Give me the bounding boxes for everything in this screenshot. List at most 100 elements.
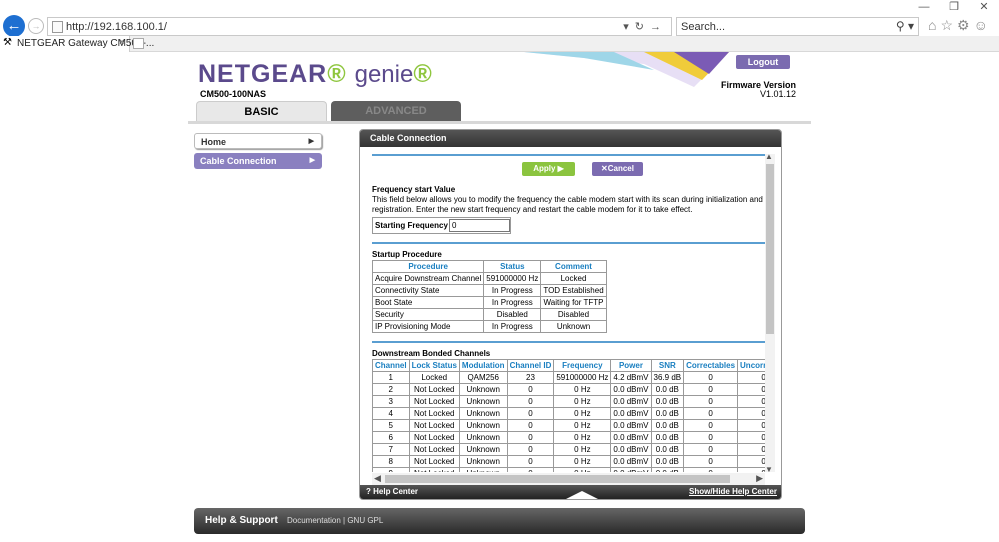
downstream-header-cell: Channel ID (506, 359, 555, 372)
downstream-header-cell: Power (610, 359, 652, 372)
downstream-header-cell: Modulation (458, 359, 508, 372)
table-cell: 0 (683, 395, 739, 408)
action-buttons: Apply ▶ ✕Cancel (372, 161, 765, 183)
starting-frequency-input[interactable]: 0 (449, 219, 510, 232)
forward-arrow-icon[interactable]: → (28, 18, 44, 34)
table-cell: Unknown (458, 467, 508, 472)
arrow-right-icon: ▶ (309, 157, 315, 164)
freq-title: Frequency start Value (372, 185, 456, 194)
search-icon[interactable]: ⚲ ▾ (896, 19, 914, 33)
table-cell: Unknown (458, 443, 508, 456)
table-cell: 0 (683, 455, 739, 468)
table-cell: 0.0 dBmV (610, 443, 652, 456)
scroll-left-icon[interactable]: ◀ (374, 473, 381, 484)
table-cell: Acquire Downstream Channel (372, 272, 485, 285)
minimize-icon[interactable]: — (909, 1, 939, 13)
tab-advanced[interactable]: ADVANCED (331, 101, 461, 122)
arrow-right-icon: ▶ (308, 138, 314, 145)
downstream-header-cell: Correctables (683, 359, 739, 372)
show-hide-help-link[interactable]: Show/Hide Help Center (689, 485, 777, 499)
scroll-thumb[interactable] (385, 475, 730, 483)
search-dropdown-icon[interactable]: ▾ (623, 21, 635, 33)
table-cell: 0 (506, 431, 555, 444)
router-page: NETGEAR® genie® CM500-100NAS Logout Firm… (0, 52, 999, 542)
sidebar-item-label: Cable Connection (200, 156, 277, 166)
table-cell: Not Locked (408, 455, 460, 468)
restore-icon[interactable]: ❐ (939, 0, 969, 13)
footer-links[interactable]: Documentation | GNU GPL (287, 516, 383, 525)
table-cell: Locked (408, 371, 460, 384)
table-cell: 0 (683, 371, 739, 384)
freq-description: This field below allows you to modify th… (372, 195, 763, 214)
table-cell: In Progress (483, 296, 542, 309)
scroll-thumb[interactable] (766, 164, 774, 334)
search-box[interactable]: Search... ⚲ ▾ (676, 17, 919, 36)
smiley-icon[interactable]: ☺ (974, 17, 992, 33)
table-row: 6Not LockedUnknown00 Hz0.0 dBmV0.0 dB00 (372, 431, 765, 444)
table-row: 4Not LockedUnknown00 Hz0.0 dBmV0.0 dB00 (372, 407, 765, 420)
search-input[interactable]: Search... (681, 21, 725, 33)
vertical-scrollbar[interactable]: ▲ ▼ (765, 152, 775, 474)
new-tab-icon[interactable] (133, 38, 144, 49)
scroll-right-icon[interactable]: ▶ (756, 473, 763, 484)
table-cell: 0 (737, 383, 765, 396)
table-cell: 1 (372, 371, 410, 384)
freq-row: Starting Frequency 0 (372, 217, 511, 234)
refresh-icon[interactable]: ↻ (635, 21, 650, 33)
downstream-header-cell: SNR (650, 359, 685, 372)
logout-button[interactable]: Logout (736, 55, 790, 69)
horizontal-scrollbar[interactable]: ◀ ▶ (372, 473, 765, 485)
sidebar-item-home[interactable]: Home ▶ (194, 133, 322, 149)
divider (372, 154, 765, 156)
table-cell: Not Locked (408, 467, 460, 472)
table-cell: Connectivity State (372, 284, 485, 297)
browser-tab[interactable]: ⚒ NETGEAR Gateway CM500-... × (0, 36, 154, 52)
table-row: 2Not LockedUnknown00 Hz0.0 dBmV0.0 dB00 (372, 383, 765, 396)
scroll-down-icon[interactable]: ▼ (765, 465, 773, 474)
table-cell: 0 (683, 383, 739, 396)
help-center-link[interactable]: ? Help Center (366, 485, 418, 499)
go-arrow-icon[interactable]: → (650, 21, 667, 33)
address-tools[interactable]: ▾↻→ (623, 20, 667, 33)
table-cell: 0 Hz (553, 407, 612, 420)
back-arrow-icon[interactable]: ← (3, 15, 25, 37)
table-cell: Security (372, 308, 485, 321)
table-cell: 0.0 dB (650, 431, 685, 444)
address-bar[interactable]: http://192.168.100.1/ ▾↻→ (47, 17, 672, 36)
cable-connection-panel: Cable Connection Apply ▶ ✕Cancel Frequen… (359, 129, 782, 500)
table-cell: 0 (737, 407, 765, 420)
table-cell: 8 (372, 455, 410, 468)
table-cell: 0.0 dBmV (610, 407, 652, 420)
window-controls: — ❐ ✕ (909, 0, 999, 16)
browser-icons: ⌂☆⚙☺ (928, 17, 992, 34)
table-cell: QAM256 (458, 371, 508, 384)
table-cell: 7 (372, 443, 410, 456)
table-cell: 0.0 dBmV (610, 395, 652, 408)
help-support-title: Help & Support (205, 515, 278, 526)
sidebar-item-cable-connection[interactable]: Cable Connection ▶ (194, 153, 322, 169)
address-url[interactable]: http://192.168.100.1/ (66, 21, 167, 33)
cancel-button[interactable]: ✕Cancel (592, 162, 643, 176)
table-cell: Not Locked (408, 419, 460, 432)
table-row: 7Not LockedUnknown00 Hz0.0 dBmV0.0 dB00 (372, 443, 765, 456)
tab-close-icon[interactable]: × (119, 37, 125, 48)
table-cell: Disabled (483, 308, 542, 321)
gear-icon[interactable]: ⚙ (957, 17, 974, 33)
apply-button[interactable]: Apply ▶ (522, 162, 575, 176)
table-cell: 0.0 dB (650, 407, 685, 420)
home-icon[interactable]: ⌂ (928, 17, 940, 33)
table-cell: Disabled (540, 308, 607, 321)
table-cell: 0 (683, 419, 739, 432)
divider (372, 341, 765, 343)
table-cell: Unknown (458, 407, 508, 420)
table-cell: Not Locked (408, 407, 460, 420)
tab-basic[interactable]: BASIC (196, 101, 327, 122)
downstream-header-cell: Uncorrectab (737, 359, 765, 372)
expand-arrow-icon[interactable] (566, 491, 598, 499)
table-cell: 0 (683, 443, 739, 456)
scroll-up-icon[interactable]: ▲ (765, 152, 773, 161)
downstream-title: Downstream Bonded Channels (372, 349, 491, 358)
close-window-icon[interactable]: ✕ (969, 0, 999, 13)
table-cell: 4 (372, 407, 410, 420)
favorites-star-icon[interactable]: ☆ (940, 17, 957, 33)
